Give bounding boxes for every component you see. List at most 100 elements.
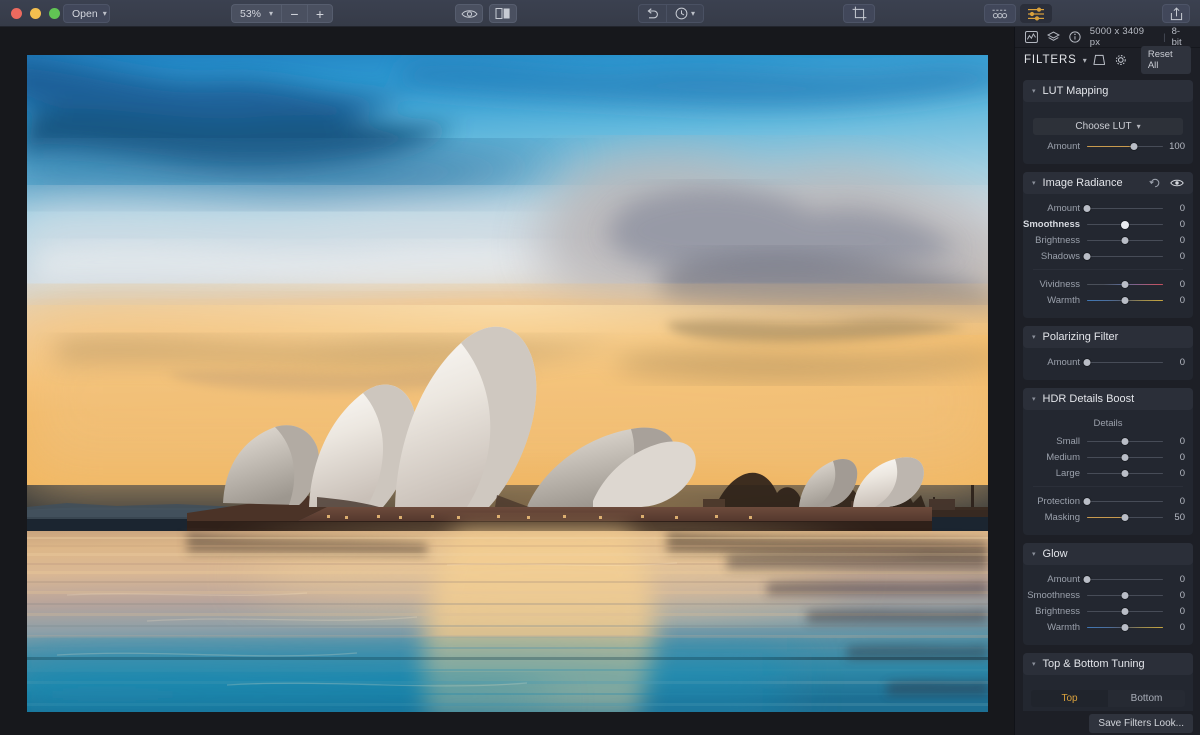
chevron-down-icon[interactable]: ▾ [1083,56,1087,65]
open-button[interactable]: Open ▾ [63,4,110,23]
section-title-polarizing-filter: Polarizing Filter [1042,331,1119,343]
info-separator: | [1163,31,1166,43]
slider-track [1087,500,1163,503]
slider-label-vividness: Vividness [1039,279,1081,290]
crop-button[interactable] [843,4,875,23]
disclosure-triangle-icon[interactable]: ▾ [1032,660,1036,668]
layers-icon[interactable] [1046,31,1060,43]
maximize-window-button[interactable] [49,7,60,19]
disclosure-triangle-icon[interactable]: ▾ [1032,395,1036,403]
minimize-window-button[interactable] [30,7,41,19]
save-filters-bar: Save Filters Look... [1015,711,1200,735]
slider-hdr-details-boost-medium[interactable] [1087,452,1163,463]
compare-button[interactable] [489,4,517,23]
preview-toggle-button[interactable] [455,4,483,23]
slider-value-amount: 0 [1179,574,1185,585]
undo-button[interactable] [638,4,666,23]
histogram-icon[interactable] [1025,31,1038,43]
slider-image-radiance-vividness[interactable] [1087,279,1163,290]
slider-track [1087,361,1163,364]
slider-hdr-details-boost-large[interactable] [1087,468,1163,479]
choose-lut-dropdown[interactable]: Choose LUT ▾ [1033,118,1183,135]
close-window-button[interactable] [11,7,22,19]
slider-knob-brightness[interactable] [1121,608,1129,615]
slider-knob-medium[interactable] [1121,454,1129,461]
slider-image-radiance-warmth[interactable] [1087,295,1163,306]
slider-row-hdr-details-boost-masking: Masking 50 [1023,510,1193,525]
slider-label-warmth: Warmth [1047,295,1080,306]
slider-glow-amount[interactable] [1083,574,1163,585]
slider-glow-smoothness[interactable] [1087,590,1163,601]
zoom-in-button[interactable]: + [307,4,333,23]
filters-button[interactable] [1020,4,1052,23]
slider-hdr-details-boost-protection[interactable] [1083,496,1163,507]
slider-track [1087,255,1163,258]
photo-sydney-opera-house[interactable] [27,55,988,712]
slider-image-radiance-smoothness[interactable] [1087,219,1163,230]
slider-label-amount: Amount [1047,574,1080,585]
slider-knob-amount[interactable] [1083,576,1091,583]
slider-knob-brightness[interactable] [1121,237,1129,244]
section-header-glow[interactable]: ▾ Glow [1023,543,1193,565]
choose-lut-label: Choose LUT [1075,121,1132,132]
slider-value-amount: 0 [1179,203,1185,214]
filters-scroll-area[interactable]: ▾ LUT Mapping Choose LUT ▾ Amount 100 ▾ … [1015,72,1200,735]
slider-value-brightness: 0 [1179,606,1185,617]
gear-icon[interactable] [1115,54,1127,66]
info-circle-icon[interactable] [1069,31,1081,43]
slider-knob-amount[interactable] [1130,143,1138,150]
slider-glow-warmth[interactable] [1087,622,1163,633]
top-bottom-tabs: Top Bottom [1031,690,1185,707]
slider-knob-masking[interactable] [1121,514,1129,521]
disclosure-triangle-icon[interactable]: ▾ [1032,87,1036,95]
slider-knob-vividness[interactable] [1121,281,1129,288]
image-canvas[interactable] [0,27,1014,735]
slider-knob-smoothness[interactable] [1121,592,1129,599]
slider-knob-warmth[interactable] [1121,624,1129,631]
zoom-out-button[interactable]: − [281,4,307,23]
slider-hdr-details-boost-masking[interactable] [1087,512,1163,523]
slider-lut-mapping-amount[interactable] [1087,141,1163,152]
share-button[interactable] [1162,4,1190,23]
disclosure-triangle-icon[interactable]: ▾ [1032,179,1036,187]
slider-knob-amount[interactable] [1083,359,1091,366]
slider-image-radiance-brightness[interactable] [1087,235,1163,246]
disclosure-triangle-icon[interactable]: ▾ [1032,333,1036,341]
section-header-polarizing-filter[interactable]: ▾ Polarizing Filter [1023,326,1193,348]
tab-bottom[interactable]: Bottom [1108,690,1185,707]
perspective-icon[interactable] [1093,54,1106,66]
history-button[interactable]: ▾ [666,4,704,23]
zoom-level-select[interactable]: 53% ▾ [231,4,281,23]
section-header-top-bottom-tuning[interactable]: ▾ Top & Bottom Tuning [1023,653,1193,675]
slider-knob-shadows[interactable] [1083,253,1091,260]
slider-hdr-details-boost-small[interactable] [1087,436,1163,447]
slider-value-smoothness: 0 [1179,219,1185,230]
section-header-image-radiance[interactable]: ▾ Image Radiance [1023,172,1193,194]
slider-glow-brightness[interactable] [1087,606,1163,617]
history-controls: ▾ [638,4,704,23]
tab-top[interactable]: Top [1031,690,1108,707]
reset-all-button[interactable]: Reset All [1140,46,1191,74]
filter-section-polarizing-filter: ▾ Polarizing Filter Amount 0 [1023,326,1193,380]
slider-knob-protection[interactable] [1083,498,1091,505]
slider-knob-smoothness[interactable] [1121,220,1129,229]
section-header-hdr-details-boost[interactable]: ▾ HDR Details Boost [1023,388,1193,410]
slider-knob-small[interactable] [1121,438,1129,445]
reset-arrow-icon[interactable] [1149,177,1161,189]
section-body-hdr-details-boost: Details Small 0 Medium 0 Large 0 Protect… [1023,410,1193,535]
slider-knob-large[interactable] [1121,470,1129,477]
image-dimensions: 5000 x 3409 px [1089,26,1145,48]
filters-panel: 5000 x 3409 px | 8-bit FILTERS ▾ Reset A… [1014,26,1200,735]
presets-button[interactable] [984,4,1016,23]
eye-icon [460,9,478,18]
slider-knob-warmth[interactable] [1121,297,1129,304]
slider-knob-amount[interactable] [1083,205,1091,212]
section-header-lut-mapping[interactable]: ▾ LUT Mapping [1023,80,1193,102]
save-filters-look-button[interactable]: Save Filters Look... [1089,713,1193,733]
slider-polarizing-filter-amount[interactable] [1083,357,1163,368]
slider-image-radiance-amount[interactable] [1083,203,1163,214]
disclosure-triangle-icon[interactable]: ▾ [1032,550,1036,558]
eye-icon[interactable] [1170,178,1184,188]
slider-image-radiance-shadows[interactable] [1083,251,1163,262]
slider-label-masking: Masking [1044,512,1080,523]
